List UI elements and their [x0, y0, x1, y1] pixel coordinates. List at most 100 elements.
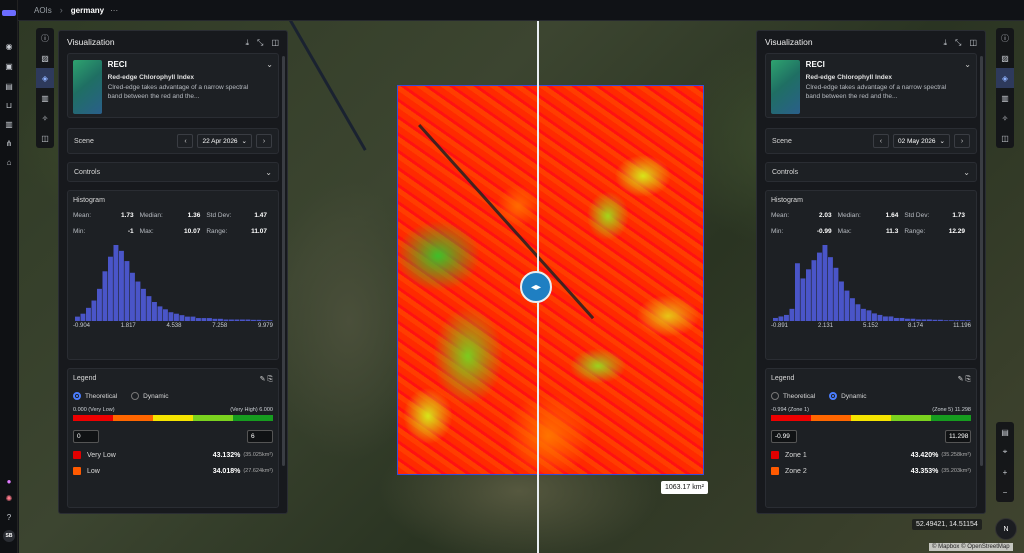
index-name: RECI — [107, 60, 127, 69]
index-name: RECI — [805, 60, 825, 69]
chart-icon[interactable]: ▥ — [996, 88, 1014, 108]
image-icon[interactable]: ▨ — [36, 48, 54, 68]
collapse-icon[interactable]: ⤡ — [955, 38, 961, 47]
chevron-down-icon[interactable]: ⌄ — [265, 168, 272, 177]
panel-scrollbar[interactable] — [282, 56, 285, 466]
stat-std: 1.47 — [254, 212, 267, 219]
info-icon[interactable]: ⓘ — [36, 28, 54, 48]
help-icon[interactable]: ? — [3, 511, 15, 523]
histogram-bar — [806, 269, 811, 321]
download-icon[interactable]: ⤓ — [943, 38, 947, 47]
map-icon[interactable]: ▥ — [3, 118, 15, 130]
prev-scene-button[interactable]: ‹ — [872, 134, 889, 148]
radio-theoretical[interactable]: Theoretical — [73, 392, 117, 400]
legend-min-input[interactable]: 0 — [73, 430, 99, 443]
scene-date-select[interactable]: 02 May 2026 ⌄ — [892, 134, 950, 148]
chart-icon[interactable]: ▥ — [36, 88, 54, 108]
histogram-bar — [130, 272, 135, 321]
area-measure-label: 1063.17 km² — [661, 481, 708, 494]
histogram-bar — [135, 281, 141, 321]
chevron-down-icon[interactable]: ⌄ — [266, 60, 273, 111]
index-card[interactable]: RECI Red-edge Chlorophyll Index Clred-ed… — [67, 53, 279, 118]
next-scene-button[interactable]: › — [954, 134, 970, 148]
left-nav: ◉ ▣ ▤ ⊔ ▥ ⋔ ⌂ ● ✺ ? SB — [0, 0, 18, 553]
radio-theoretical[interactable]: Theoretical — [771, 392, 815, 400]
stat-std: 1.73 — [952, 212, 965, 219]
notification-icon[interactable]: ✺ — [3, 492, 15, 504]
histogram-bar — [817, 252, 822, 321]
explore-icon[interactable]: ◉ — [3, 40, 15, 52]
vehicle-icon[interactable]: ▣ — [3, 60, 15, 72]
network-icon[interactable]: ⋔ — [3, 137, 15, 149]
controls-label: Controls — [772, 168, 799, 176]
controls-accordion[interactable]: Controls ⌄ — [67, 162, 279, 182]
map-controls: ▤ ⌖ + − — [996, 422, 1014, 502]
histogram-bar — [833, 267, 839, 321]
sparkle-icon[interactable]: ✧ — [36, 108, 54, 128]
ramp-low-label: 0.000 (Very Low) — [73, 407, 115, 413]
histogram-bar — [207, 318, 212, 321]
app-logo[interactable] — [2, 10, 16, 16]
histogram-bar — [921, 319, 927, 321]
histogram-bar — [938, 319, 943, 321]
avatar[interactable]: SB — [3, 530, 15, 542]
next-scene-button[interactable]: › — [256, 134, 272, 148]
legend-max-input[interactable]: 6 — [247, 430, 273, 443]
sidebar-icon[interactable]: ◫ — [271, 38, 279, 47]
layers-icon[interactable]: ◈ — [36, 68, 54, 88]
histogram-bar — [97, 288, 102, 321]
split-view-icon[interactable]: ◫ — [36, 128, 54, 148]
sparkle-icon[interactable]: ✧ — [996, 108, 1014, 128]
scene-date-select[interactable]: 22 Apr 2026 ⌄ — [197, 134, 252, 148]
prev-scene-button[interactable]: ‹ — [177, 134, 194, 148]
histogram-bar — [190, 316, 196, 321]
zoom-out-icon[interactable]: − — [996, 482, 1014, 502]
map-attribution[interactable]: © Mapbox © OpenStreetMap — [929, 543, 1013, 551]
cart-icon[interactable]: ⊔ — [3, 99, 15, 111]
export-icon[interactable]: ⎘ — [267, 376, 273, 383]
histogram-tick-label: 2.131 — [818, 323, 834, 329]
stat-min: -0.99 — [816, 228, 832, 235]
stat-range: 12.29 — [948, 228, 965, 235]
chevron-down-icon[interactable]: ⌄ — [963, 168, 970, 177]
histogram-card: Histogram Mean: 1.73 Median: 1.36 Std Dev:… — [67, 190, 279, 360]
store-icon[interactable]: ⌂ — [3, 156, 15, 168]
export-icon[interactable]: ⎘ — [965, 376, 971, 383]
locate-icon[interactable]: ⌖ — [996, 442, 1014, 462]
histogram-bar — [778, 316, 784, 321]
histogram-bar — [811, 260, 817, 321]
breadcrumb-aois[interactable]: AOIs — [34, 6, 52, 15]
zoom-in-icon[interactable]: + — [996, 462, 1014, 482]
sidebar-icon[interactable]: ◫ — [969, 38, 977, 47]
edit-icon[interactable]: ✎ — [958, 376, 964, 383]
index-card[interactable]: RECI Red-edge Chlorophyll Index Clred-ed… — [765, 53, 977, 118]
more-icon[interactable]: ··· — [110, 6, 118, 15]
compare-handle[interactable]: ◂▸ — [520, 271, 552, 303]
layers-icon[interactable]: ◈ — [996, 68, 1014, 88]
download-icon[interactable]: ⤓ — [245, 38, 249, 47]
chevron-down-icon[interactable]: ⌄ — [964, 60, 971, 111]
histogram-bar — [124, 261, 130, 321]
app-badge-icon[interactable]: ● — [3, 475, 15, 487]
panel-scrollbar[interactable] — [980, 56, 983, 466]
basemap-icon[interactable]: ▤ — [996, 422, 1014, 442]
edit-icon[interactable]: ✎ — [260, 376, 266, 383]
info-icon[interactable]: ⓘ — [996, 28, 1014, 48]
histogram-bar — [905, 318, 910, 321]
right-toolbar: ⓘ ▨ ◈ ▥ ✧ ◫ — [996, 28, 1014, 148]
legend-max-input[interactable]: 11.298 — [945, 430, 971, 443]
car-icon[interactable]: ▤ — [3, 80, 15, 92]
histogram-bar — [229, 319, 234, 321]
compass-button[interactable]: N — [995, 518, 1017, 540]
stat-range: 11.07 — [251, 228, 267, 235]
controls-accordion[interactable]: Controls ⌄ — [765, 162, 977, 182]
histogram-bar — [960, 320, 965, 321]
histogram-bar — [839, 281, 844, 321]
collapse-icon[interactable]: ⤡ — [257, 38, 263, 47]
radio-dynamic[interactable]: Dynamic — [131, 392, 168, 400]
histogram-bar — [86, 307, 91, 321]
legend-min-input[interactable]: -0.99 — [771, 430, 797, 443]
image-icon[interactable]: ▨ — [996, 48, 1014, 68]
split-view-icon[interactable]: ◫ — [996, 128, 1014, 148]
radio-dynamic[interactable]: Dynamic — [829, 392, 866, 400]
